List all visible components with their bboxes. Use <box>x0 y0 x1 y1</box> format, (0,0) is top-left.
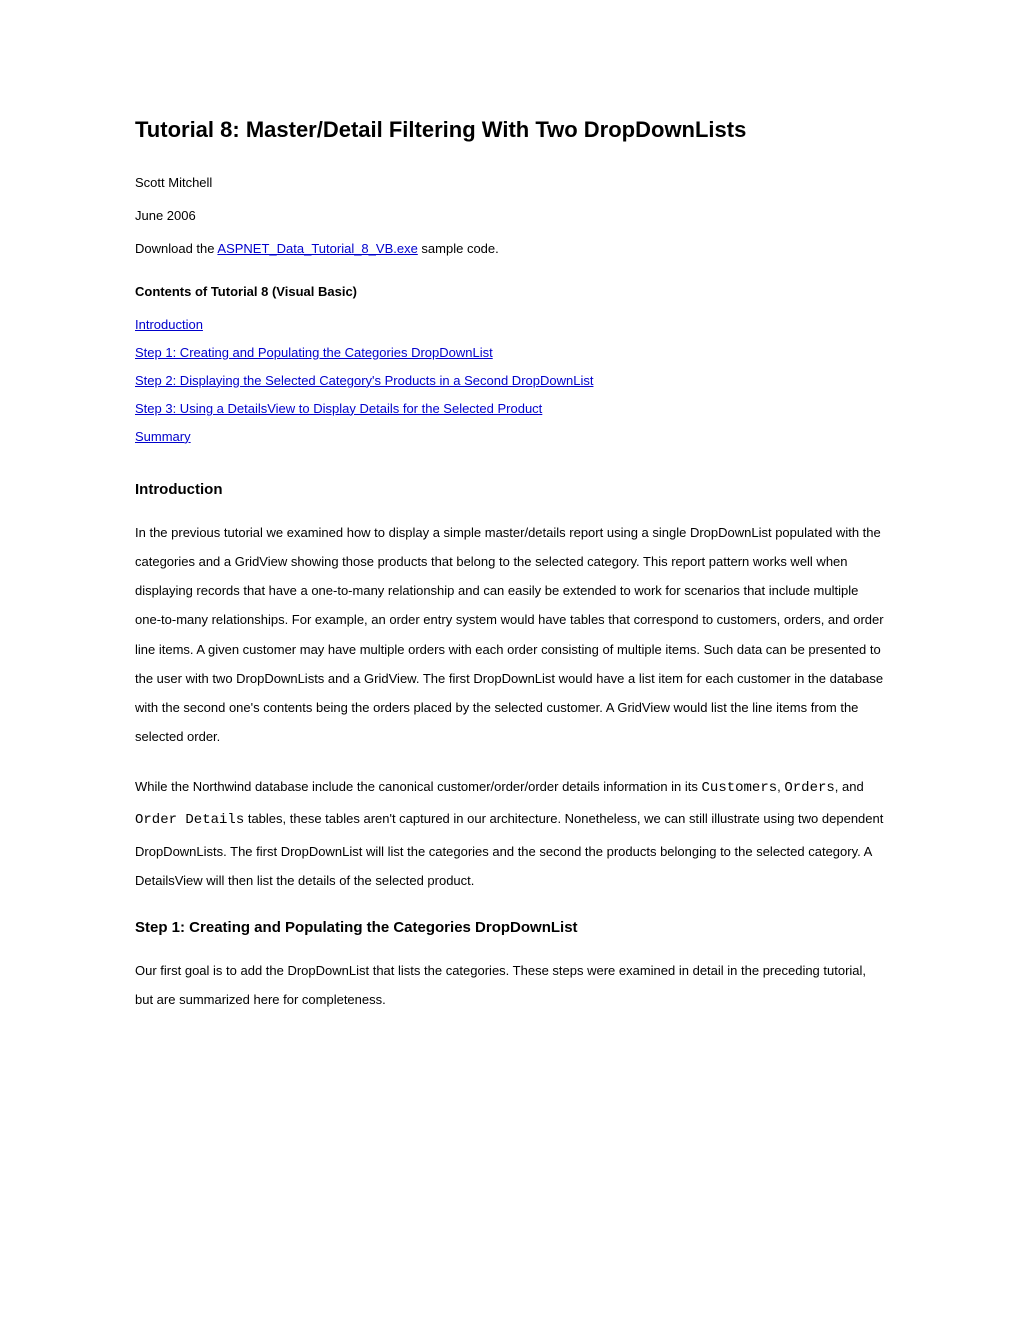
code-orders: Orders <box>784 780 834 796</box>
page-title: Tutorial 8: Master/Detail Filtering With… <box>135 115 885 145</box>
contents-label: Contents of Tutorial 8 (Visual Basic) <box>135 284 885 299</box>
author: Scott Mitchell <box>135 175 885 190</box>
toc-link-intro[interactable]: Introduction <box>135 317 203 332</box>
download-suffix: sample code. <box>418 241 499 256</box>
intro-heading: Introduction <box>135 481 885 498</box>
step1-heading: Step 1: Creating and Populating the Cate… <box>135 919 885 936</box>
intro-paragraph: In the previous tutorial we examined how… <box>135 518 885 752</box>
para2-pre: While the Northwind database include the… <box>135 779 702 794</box>
download-link[interactable]: ASPNET_Data_Tutorial_8_VB.exe <box>217 241 417 256</box>
document-page: Tutorial 8: Master/Detail Filtering With… <box>0 0 1020 1320</box>
step1-paragraph: Our first goal is to add the DropDownLis… <box>135 956 885 1015</box>
toc-link-summary[interactable]: Summary <box>135 429 191 444</box>
download-line: Download the ASPNET_Data_Tutorial_8_VB.e… <box>135 241 885 256</box>
northwind-paragraph: While the Northwind database include the… <box>135 772 885 896</box>
date: June 2006 <box>135 208 885 223</box>
toc-link-step1[interactable]: Step 1: Creating and Populating the Cate… <box>135 345 493 360</box>
toc-link-step3[interactable]: Step 3: Using a DetailsView to Display D… <box>135 401 542 416</box>
table-of-contents: Introduction Step 1: Creating and Popula… <box>135 317 885 457</box>
code-orderdetails: Order Details <box>135 812 244 828</box>
code-customers: Customers <box>702 780 778 796</box>
para2-sep2: , and <box>835 779 864 794</box>
download-prefix: Download the <box>135 241 217 256</box>
toc-link-step2[interactable]: Step 2: Displaying the Selected Category… <box>135 373 593 388</box>
para2-post: tables, these tables aren't captured in … <box>135 811 883 888</box>
